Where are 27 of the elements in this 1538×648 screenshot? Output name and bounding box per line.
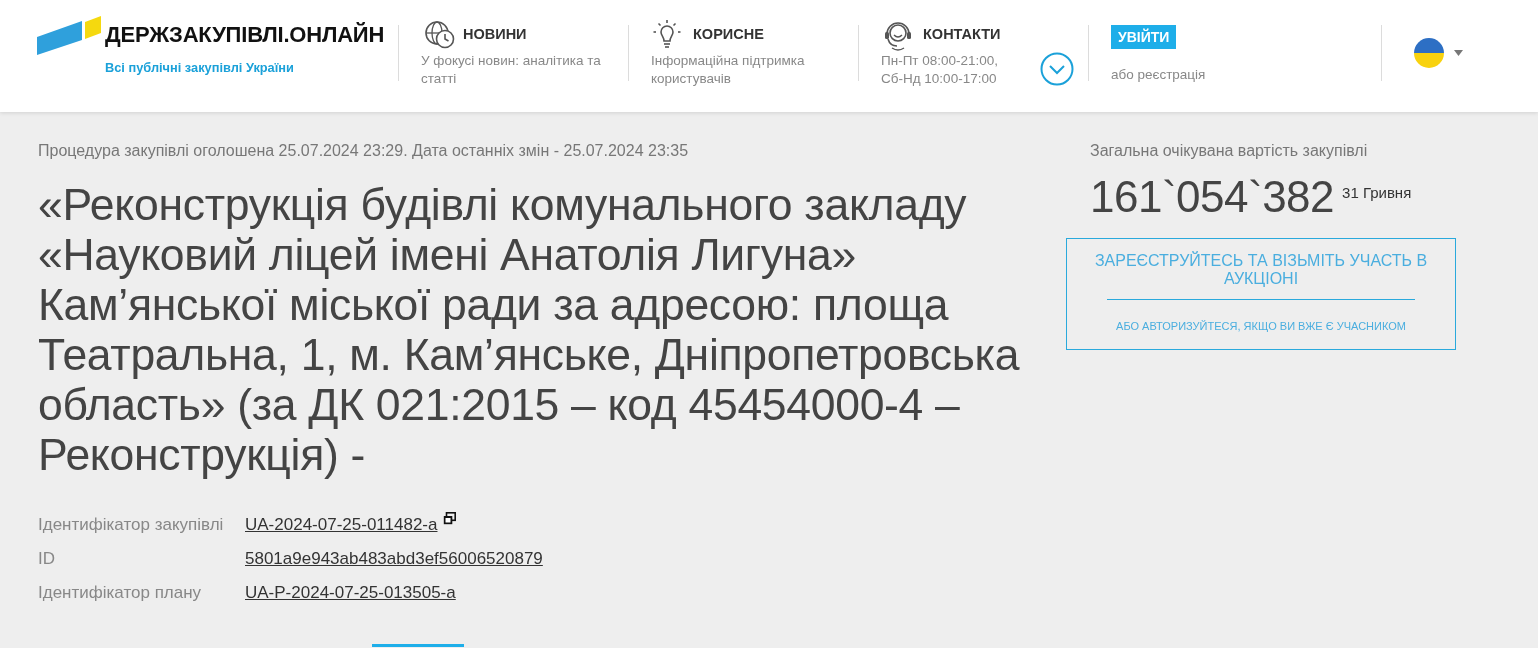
announcement-date-text: Процедура закупівлі оголошена 25.07.2024 23:29. Дата останніх змін - 25.07.2024 23:35 — [38, 141, 690, 161]
contacts-link[interactable]: КОНТАКТИ — [881, 19, 1001, 51]
identifier-link[interactable]: 5801a9e943ab483abd3ef56006520879 — [245, 546, 543, 572]
site-tagline: Всі публічні закупівлі України — [105, 59, 295, 77]
copy-icon[interactable] — [443, 512, 457, 525]
nav-description: Пн-Пт 08:00-21:00, Сб-Нд 10:00-17:00 — [881, 52, 999, 88]
caret-icon — [1454, 50, 1463, 56]
language-button[interactable] — [1414, 38, 1463, 68]
procedure-title: «Реконструкція будівлі комунального закладу «Науковий ліцей імені Анатолія Лигуна» Кам’янської міської ради за адресою: площа Театральна, 1, м. Кам’янське, Дніпропетровська область» (за ДК 021:2015 – код 45454000-4 – Реконструкція) - — [38, 180, 1021, 480]
site-title[interactable]: ДЕРЖЗАКУПІВЛІ.ОНЛАЙН — [105, 24, 385, 46]
amount-currency: 31 Гривня — [1342, 183, 1412, 203]
register-link[interactable]: або реєстрація — [1111, 65, 1206, 86]
useful-link[interactable]: КОРИСНЕ — [651, 19, 764, 51]
identifier-link[interactable]: UA-2024-07-25-011482-a — [245, 512, 438, 538]
expand-button[interactable] — [1040, 52, 1074, 86]
nav-description: Інформаційна підтримка користувачів — [651, 52, 805, 88]
identifier-label: ID — [38, 548, 56, 571]
identifier-label: Ідентифікатор плану — [38, 582, 203, 605]
chevron-down-icon — [1040, 52, 1074, 86]
identifier-label: Ідентифікатор закупівлі — [38, 514, 225, 537]
nav-description: У фокусі новин: аналітика та статті — [421, 52, 601, 88]
ukraine-flag-icon — [1414, 38, 1444, 68]
budget-amount: 161`054`382 — [1090, 171, 1335, 223]
news-link[interactable]: НОВИНИ — [421, 19, 527, 51]
budget-label: Загальна очікувана вартість закупівлі — [1089, 141, 1369, 161]
logo-icon[interactable] — [37, 16, 101, 56]
identifier-link[interactable]: UA-P-2024-07-25-013505-a — [245, 580, 456, 606]
